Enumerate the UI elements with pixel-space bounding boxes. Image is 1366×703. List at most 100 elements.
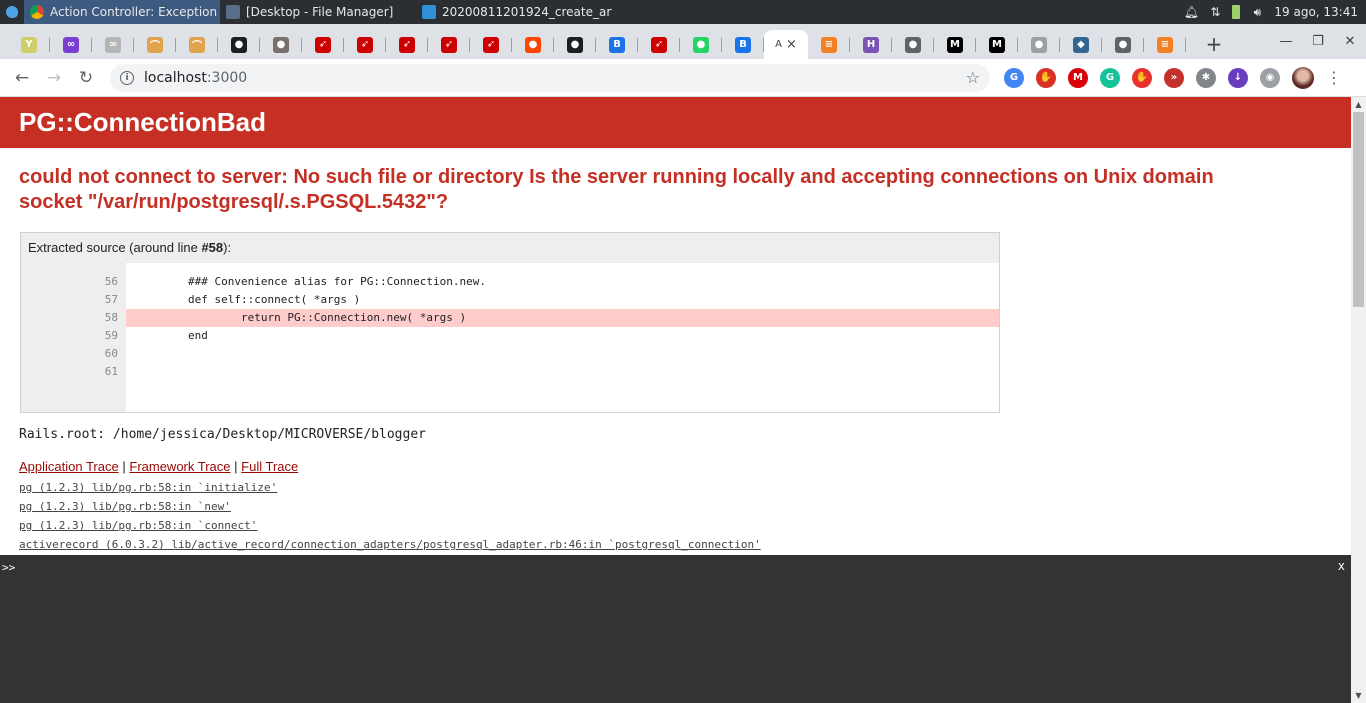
tab-separator bbox=[1185, 38, 1186, 52]
tab[interactable]: ∞ bbox=[92, 30, 134, 59]
tab[interactable]: ➶ bbox=[302, 30, 344, 59]
scroll-down-icon[interactable]: ▼ bbox=[1351, 688, 1366, 703]
tab[interactable]: ● bbox=[218, 30, 260, 59]
tab[interactable]: H bbox=[850, 30, 892, 59]
tab[interactable]: ◆ bbox=[1060, 30, 1102, 59]
tab[interactable]: ● bbox=[1018, 30, 1060, 59]
page-scrollbar[interactable]: ▲ ▼ bbox=[1351, 97, 1366, 703]
framework-trace-link[interactable]: Framework Trace bbox=[129, 459, 230, 474]
start-menu-button[interactable] bbox=[0, 0, 24, 24]
tab[interactable]: Y bbox=[8, 30, 50, 59]
trace-separator: | bbox=[234, 459, 238, 474]
trace-link[interactable]: pg (1.2.3) lib/pg.rb:58:in `connect' bbox=[19, 519, 257, 532]
tab[interactable]: B bbox=[722, 30, 764, 59]
line-number: 57 bbox=[104, 293, 118, 306]
forward-icon[interactable]: » bbox=[1164, 67, 1184, 88]
trace-line: pg (1.2.3) lib/pg.rb:58:in `connect' bbox=[19, 516, 1351, 535]
mega-icon[interactable]: M bbox=[1068, 67, 1088, 88]
volume-icon[interactable]: 🔊︎ bbox=[1250, 5, 1264, 19]
camera-icon[interactable]: ◉ bbox=[1260, 67, 1280, 88]
bug-icon[interactable]: ✱ bbox=[1196, 67, 1216, 88]
line-number: 59 bbox=[104, 329, 118, 342]
web-console[interactable]: >> x bbox=[0, 555, 1351, 703]
source-heading-prefix: Extracted source (around line bbox=[28, 240, 202, 255]
tab[interactable]: ● bbox=[554, 30, 596, 59]
extensions-area: G ✋ M G ✋» ✱ ↓ ◉ bbox=[1004, 67, 1280, 88]
file-manager-icon bbox=[226, 5, 240, 19]
adblock-icon[interactable]: ✋ bbox=[1132, 67, 1152, 88]
tab[interactable]: ∞ bbox=[50, 30, 92, 59]
tab[interactable]: ➶ bbox=[386, 30, 428, 59]
site-info-icon[interactable]: i bbox=[120, 70, 134, 85]
rails-icon: ➶ bbox=[315, 36, 331, 53]
tab[interactable]: ● bbox=[512, 30, 554, 59]
tab[interactable]: ⌒ bbox=[176, 30, 218, 59]
download-icon[interactable]: ↓ bbox=[1228, 67, 1248, 88]
whatsapp-icon: ● bbox=[693, 36, 709, 53]
new-tab-button[interactable]: + bbox=[1200, 30, 1228, 58]
tab[interactable]: ➶ bbox=[428, 30, 470, 59]
application-trace-link[interactable]: Application Trace bbox=[19, 459, 119, 474]
trace-link[interactable]: pg (1.2.3) lib/pg.rb:58:in `new' bbox=[19, 500, 231, 513]
taskbar-window-chrome[interactable]: Action Controller: Exception ... bbox=[24, 0, 220, 24]
translate-icon[interactable]: G bbox=[1004, 67, 1024, 88]
grammarly-icon[interactable]: G bbox=[1100, 67, 1120, 88]
full-trace-link[interactable]: Full Trace bbox=[241, 459, 298, 474]
chrome-icon bbox=[30, 5, 44, 19]
bookmark-star-icon[interactable]: ☆ bbox=[966, 68, 980, 87]
tab[interactable]: ≡ bbox=[808, 30, 850, 59]
network-icon[interactable]: ⇅ bbox=[1208, 5, 1222, 19]
tab[interactable]: ● bbox=[260, 30, 302, 59]
app-icon: ∞ bbox=[63, 36, 79, 53]
tab[interactable]: M bbox=[934, 30, 976, 59]
taskbar-window-file-manager[interactable]: [Desktop - File Manager] bbox=[220, 0, 416, 24]
close-window-icon[interactable]: ✕ bbox=[1334, 27, 1366, 57]
tab[interactable]: ➶ bbox=[638, 30, 680, 59]
browser-tab-strip: Y ∞ ∞ ⌒ ⌒ ● ● ➶ ➶ ➶ ➶ ➶ ● ● B ➶ ● B A × ≡ H ● M M ● ◆ ● ≡ + — ❐ ✕ bbox=[0, 24, 1366, 59]
reddit-icon: ● bbox=[525, 36, 541, 53]
trace-link[interactable]: pg (1.2.3) lib/pg.rb:58:in `initialize' bbox=[19, 481, 277, 494]
battery-icon[interactable] bbox=[1232, 5, 1241, 19]
minimize-icon[interactable]: — bbox=[1270, 27, 1302, 57]
reload-button[interactable]: ↻ bbox=[72, 64, 100, 92]
profile-avatar[interactable] bbox=[1292, 66, 1314, 89]
clock[interactable]: 19 ago, 13:41 bbox=[1274, 5, 1358, 19]
back-button[interactable]: ← bbox=[8, 64, 36, 92]
tab[interactable]: ➶ bbox=[344, 30, 386, 59]
scroll-up-icon[interactable]: ▲ bbox=[1351, 97, 1366, 112]
taskbar-window-title: 20200811201924_create_art... bbox=[442, 5, 612, 19]
medium-icon: M bbox=[947, 36, 963, 53]
tab[interactable]: B bbox=[596, 30, 638, 59]
notification-bell-icon[interactable]: 🔔︎ bbox=[1184, 5, 1199, 19]
rails-icon: ➶ bbox=[399, 36, 415, 53]
adblock-icon[interactable]: ✋ bbox=[1036, 67, 1056, 88]
forward-button[interactable]: → bbox=[40, 64, 68, 92]
taskbar-window-vscode[interactable]: 20200811201924_create_art... bbox=[416, 0, 612, 24]
tab[interactable]: ⌒ bbox=[134, 30, 176, 59]
address-bar[interactable]: i localhost:3000 ☆ bbox=[110, 63, 990, 92]
globe-icon: ● bbox=[905, 36, 921, 53]
tab[interactable]: ● bbox=[1102, 30, 1144, 59]
taskbar-window-title: [Desktop - File Manager] bbox=[246, 5, 394, 19]
console-close-button[interactable]: x bbox=[1338, 559, 1345, 573]
url-text[interactable]: localhost:3000 bbox=[144, 70, 247, 86]
close-tab-icon[interactable]: × bbox=[786, 37, 797, 52]
browser-toolbar: ← → ↻ i localhost:3000 ☆ G ✋ M G ✋» ✱ ↓ ◉ ⋮ bbox=[0, 59, 1366, 97]
tab[interactable]: ≡ bbox=[1144, 30, 1186, 59]
tab-group: ≡ H ● M M ● ◆ ● ≡ bbox=[808, 24, 1186, 59]
github-icon: ● bbox=[567, 36, 583, 53]
scrollbar-thumb[interactable] bbox=[1353, 112, 1364, 307]
bird-icon bbox=[6, 6, 18, 18]
tab[interactable]: ● bbox=[680, 30, 722, 59]
tab[interactable]: M bbox=[976, 30, 1018, 59]
tab-group: Y ∞ ∞ ⌒ ⌒ ● ● ➶ ➶ ➶ ➶ ➶ ● ● B ➶ ● B bbox=[8, 24, 764, 59]
trace-link[interactable]: activerecord (6.0.3.2) lib/active_record… bbox=[19, 538, 761, 551]
restore-icon[interactable]: ❐ bbox=[1302, 27, 1334, 57]
browser-menu-icon[interactable]: ⋮ bbox=[1326, 68, 1342, 87]
tab-active[interactable]: A × bbox=[764, 30, 808, 59]
tab[interactable]: ➶ bbox=[470, 30, 512, 59]
arrow-left-icon: ← bbox=[14, 67, 30, 88]
tab[interactable]: ● bbox=[892, 30, 934, 59]
trace-list: pg (1.2.3) lib/pg.rb:58:in `initialize' p… bbox=[19, 478, 1351, 554]
